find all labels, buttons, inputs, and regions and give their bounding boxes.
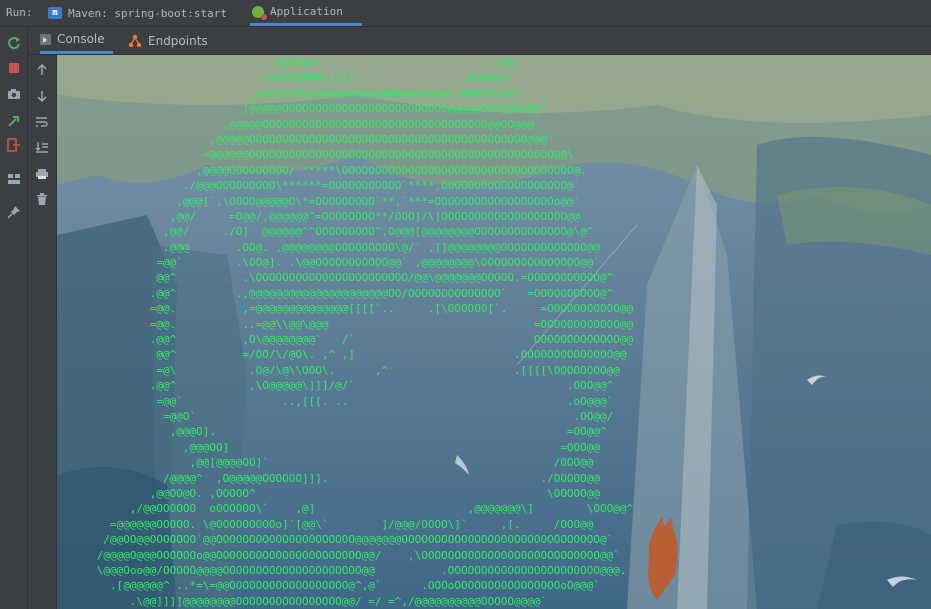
console-line: =@@` .\OO@]. .\@@OOOOOOOOOOO@@` ,@@@@@@@… bbox=[57, 256, 601, 270]
console-line: ,@@@O]. =OO@@^ bbox=[57, 425, 607, 439]
console-line: ,/@@OOOOOO oOOOOOO\` ,@] ,@@@@@@@\] \OOO… bbox=[57, 502, 634, 516]
console-line: =@@. ,=@@@@@@@@@@@@@@[[[[`.. .[\OOOOOO[`… bbox=[57, 302, 634, 316]
console-line: =@@O` .OO@@/ bbox=[57, 409, 614, 423]
up-arrow-icon[interactable] bbox=[35, 63, 49, 77]
run-actions-toolbar bbox=[0, 27, 28, 609]
tab-endpoints-label: Endpoints bbox=[148, 33, 208, 48]
console-line: =@\ .O@/\@\\OOO\. ,^ .[[[[\OOOOOOOO@@ bbox=[57, 363, 620, 377]
down-arrow-icon[interactable] bbox=[35, 89, 49, 103]
console-line: /@@@@^ ,O@@@@@OOOOOO]]]. ./OOOOO@@ bbox=[57, 471, 601, 485]
console-line: .@@@ .OO@. ,@@@@@@@@OOOOOOOOO\@/` ,]]@@@… bbox=[57, 240, 601, 254]
console-line: ,@@@@@OOOOOOOOOOOOOOOOOOOOOOOOOOOOOOOOOO… bbox=[57, 117, 541, 131]
console-icon bbox=[40, 33, 51, 45]
console-text: .@@@0@@\ ,/@@` /@@OO@@@@]]]]]`.. ,@@@@@@… bbox=[57, 55, 633, 609]
run-tab-maven-label: Maven: spring-boot:start bbox=[68, 6, 227, 20]
console-line: ,@@@@OOOOOOOOO/`*****\OOOOOOOOOOOOOOOOOO… bbox=[57, 163, 587, 177]
run-tab-application[interactable]: Application bbox=[250, 0, 362, 26]
console-line: .@@^ ,O\@@@@@@@@` /` OOOOOOOOOOOOO@@ bbox=[57, 333, 634, 347]
tab-endpoints[interactable]: Endpoints bbox=[128, 27, 208, 54]
spring-boot-icon bbox=[252, 5, 267, 20]
console-line: ]@@@@@OOOOOOOOOOOOOOOOOOOOOOOOO@@@@@OOO@… bbox=[57, 102, 548, 116]
endpoints-icon bbox=[128, 34, 142, 47]
console-line: ,@@[@@@@OO]` /OOO@@ bbox=[57, 456, 594, 470]
console-line: =@@` ..,[[[. .. .oO@@@` bbox=[57, 394, 614, 408]
console-line: ,@@@OO] =OOO@@ bbox=[57, 440, 601, 454]
run-tab-maven[interactable]: m Maven: spring-boot:start bbox=[48, 0, 227, 26]
restore-layout-icon[interactable] bbox=[6, 113, 21, 128]
console-line: @@^ =/OO/\/@O\. ,^ ,] .OOOOOOOOOOOOOO@@ bbox=[57, 348, 627, 362]
console-line: =@@@@@@OOOOOOOOOOOOOOOOOOOOOOOOOOOOOOOOO… bbox=[57, 148, 574, 162]
scroll-to-end-icon[interactable] bbox=[35, 140, 49, 154]
console-line: /@@@@O@@@OOOOOOo@@OOOOOOOOOOOOOOOOOOOOOO… bbox=[57, 548, 620, 562]
console-line: ,@@/ ./O] @@@@@@^^OOOOOOOOO^,O@@@[@@@@@@… bbox=[57, 225, 594, 239]
console-line: ,@@@@@OOOOOOOOOOOOOOOOOOOOOOOOOOOOOOOOOO… bbox=[57, 132, 554, 146]
console-line: =@@. ..=@@\\@@\@@@ =OOOOOOOOOOOO@@ bbox=[57, 317, 634, 331]
camera-icon[interactable] bbox=[6, 86, 21, 101]
console-line: .@@^ .,@@@@@@@@@@@@@@@@@@@@@OO/OOOOOOOOO… bbox=[57, 286, 614, 300]
console-line: \@@@Ooo@@/OOOOO@@@@OOOOOOOOOOOOOOOOOOOOO… bbox=[57, 563, 627, 577]
console-line: .@@@0@@\ ,/@@` bbox=[57, 56, 521, 69]
console-line: =@@@@@@OOOOO. \@OOOOOOOOOo]`[@@\` ]/@@@/… bbox=[57, 517, 594, 531]
trash-icon[interactable] bbox=[35, 192, 49, 206]
pin-icon[interactable] bbox=[6, 204, 21, 219]
console-line: /@@OO@@@@]]]]]`.. ,@@@@@@` bbox=[57, 71, 514, 85]
tab-console[interactable]: Console bbox=[40, 27, 113, 54]
exit-icon[interactable] bbox=[6, 137, 21, 152]
console-line: .[@@@@@@^ ..*=\=@@OOOOOOOOOOOOOOOOOO@^,@… bbox=[57, 579, 601, 593]
console-output[interactable]: .@@@0@@\ ,/@@` /@@OO@@@@]]]]]`.. ,@@@@@@… bbox=[57, 55, 931, 609]
console-line: .@@^ ,\O@@@@@\]]]/@/` .OOO@@^ bbox=[57, 379, 614, 393]
console-line: ,@@OO@O. ,OOOOO^ \OOOOO@@ bbox=[57, 486, 601, 500]
maven-icon: m bbox=[48, 7, 62, 19]
layout-icon[interactable] bbox=[6, 171, 21, 186]
console-line: /@@OO@@OOOOOOO`@@OOOOOOOOOOOOOOOOOOOOO@@… bbox=[57, 533, 614, 547]
run-tool-window-header: Run: m Maven: spring-boot:start Applicat… bbox=[0, 0, 931, 27]
console-line: @@^ .\OOOOOOOOOOOOOOOOOOOOOOO/@@\@@@@@@@… bbox=[57, 271, 614, 285]
console-line: ,@@/ =O@@/,@@@@@@^=OOOOOOOO**/OOO]/\]OOO… bbox=[57, 209, 581, 223]
console-line: .\@@]]]]@@@@@@@@OOOOOOOOOOOOOOOO@@/ =/ =… bbox=[57, 594, 548, 608]
soft-wrap-icon[interactable] bbox=[35, 115, 49, 129]
console-line: ,@@@OOOOO@@@@@@@@@@@@@@@@@@@@@\]@@@OOO@@… bbox=[57, 86, 521, 100]
rerun-icon[interactable] bbox=[6, 35, 21, 50]
run-tab-application-label: Application bbox=[270, 5, 343, 18]
console-actions-toolbar bbox=[28, 55, 57, 609]
console-tab-row: Console Endpoints bbox=[28, 27, 931, 55]
run-label: Run: bbox=[6, 6, 33, 19]
print-icon[interactable] bbox=[35, 167, 49, 181]
tab-console-label: Console bbox=[57, 32, 105, 46]
stop-icon[interactable] bbox=[6, 60, 21, 75]
console-line: ./@@@OOOOOOOOO\******=OOOOOOOOOOO`****,O… bbox=[57, 179, 581, 193]
console-line: ,@@@[`,\OOOO@@@@@O\*=OOOOOOOOO`**,`***=O… bbox=[57, 194, 581, 208]
